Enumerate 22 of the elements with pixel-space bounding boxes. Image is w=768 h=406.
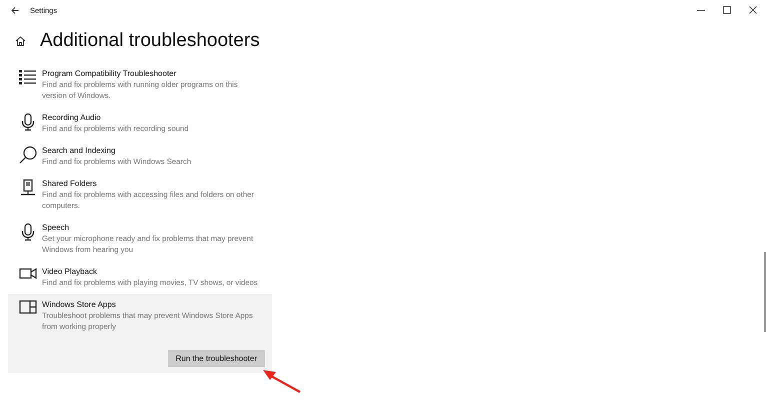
maximize-icon[interactable]: [723, 6, 731, 14]
troubleshooter-title[interactable]: Program Compatibility Troubleshooter: [42, 68, 264, 79]
troubleshooter-title[interactable]: Recording Audio: [42, 112, 264, 123]
home-icon[interactable]: [15, 36, 26, 46]
computer-network-icon: [20, 179, 36, 197]
troubleshooter-title[interactable]: Speech: [42, 222, 264, 233]
close-icon[interactable]: [749, 6, 757, 14]
list-icon: [19, 69, 36, 85]
troubleshooter-title[interactable]: Video Playback: [42, 266, 264, 277]
troubleshooter-title[interactable]: Search and Indexing: [42, 145, 264, 156]
troubleshooter-title[interactable]: Shared Folders: [42, 178, 264, 189]
run-troubleshooter-button[interactable]: Run the troubleshooter: [168, 350, 265, 367]
troubleshooter-title[interactable]: Windows Store Apps: [42, 299, 264, 310]
back-icon[interactable]: [11, 6, 19, 14]
annotation-arrow: [262, 368, 302, 394]
microphone-icon: [20, 223, 34, 241]
microphone-icon: [20, 113, 34, 131]
video-camera-icon: [18, 267, 36, 279]
app-window-icon: [18, 300, 36, 314]
page-title: Additional troubleshooters: [40, 30, 260, 52]
scrollbar[interactable]: [764, 252, 766, 332]
search-icon: [18, 146, 36, 164]
